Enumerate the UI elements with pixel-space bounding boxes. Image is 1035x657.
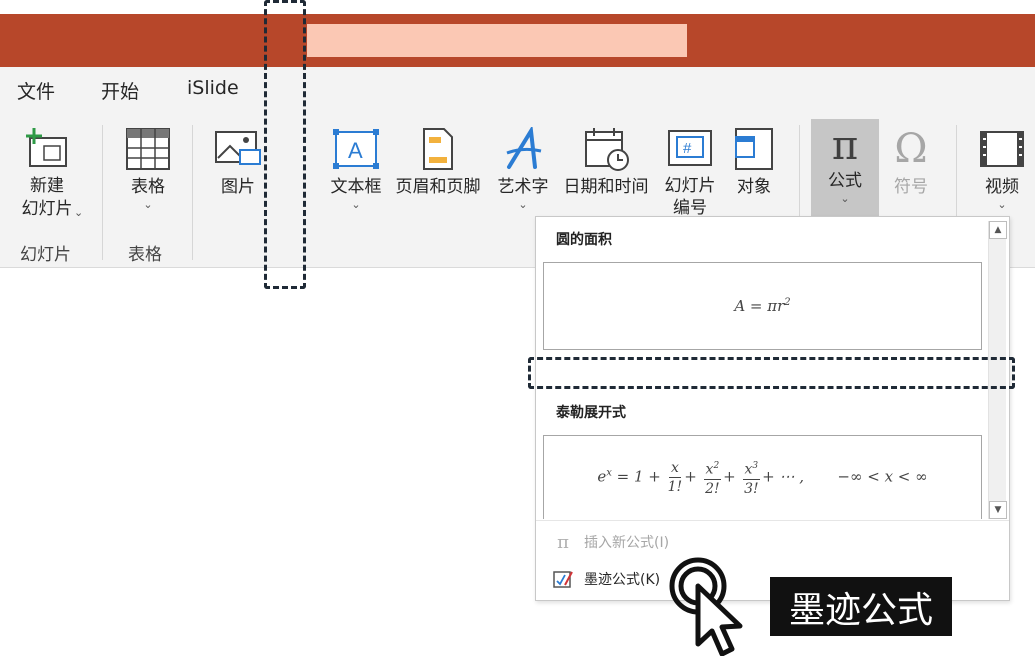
tab-islide[interactable]: iSlide bbox=[187, 77, 239, 99]
chevron-down-icon: ⌄ bbox=[74, 206, 84, 219]
section-title-circle-area: 圆的面积 bbox=[556, 232, 612, 248]
table-label: 表格 bbox=[131, 177, 165, 197]
highlight-dashed-box bbox=[264, 0, 306, 289]
chevron-down-icon: ⌄ bbox=[351, 198, 361, 211]
pi-icon: π bbox=[557, 531, 569, 553]
formula-label: 公式 bbox=[828, 171, 862, 191]
highlight-dashed-box bbox=[528, 357, 1015, 389]
textbox-button[interactable]: A 文本框 ⌄ bbox=[326, 125, 386, 211]
slide-number-label: 幻灯片 编号 bbox=[664, 176, 716, 218]
title-bar bbox=[0, 14, 1035, 67]
slide-number-button[interactable]: # 幻灯片 编号 bbox=[658, 125, 722, 219]
click-cursor-icon bbox=[669, 557, 743, 656]
chevron-down-icon: ⌄ bbox=[997, 198, 1007, 211]
video-label: 视频 bbox=[985, 177, 1019, 197]
scroll-down-icon[interactable]: ▼ bbox=[989, 501, 1007, 519]
symbol-button[interactable]: Ω 符号 bbox=[884, 125, 938, 199]
new-slide-icon bbox=[23, 125, 71, 173]
scroll-up-icon[interactable]: ▲ bbox=[989, 221, 1007, 239]
omega-icon: Ω bbox=[894, 126, 928, 172]
pi-icon: π bbox=[831, 123, 859, 169]
wordart-button[interactable]: 艺术字 ⌄ bbox=[494, 125, 552, 211]
symbol-label: 符号 bbox=[894, 177, 928, 197]
ink-equation-item[interactable]: 墨迹公式(K) bbox=[552, 568, 660, 590]
group-separator bbox=[102, 125, 103, 260]
table-button[interactable]: 表格 ⌄ bbox=[118, 125, 178, 211]
wordart-label: 艺术字 bbox=[497, 177, 549, 197]
textbox-label: 文本框 bbox=[330, 177, 382, 197]
ribbon-tabs: 文件 开始 iSlide bbox=[0, 67, 1035, 112]
group-label-tables: 表格 bbox=[128, 245, 162, 265]
formula-dropdown: ▲ ▼ 圆的面积 A = πr2 泰勒展开式 ex = 1 + x 1! + x2 2… bbox=[535, 216, 1010, 601]
chevron-down-icon: ⌄ bbox=[840, 192, 850, 205]
insert-new-equation-label: 插入新公式(I) bbox=[584, 535, 670, 551]
tab-file[interactable]: 文件 bbox=[17, 77, 55, 104]
picture-button[interactable]: 图片 bbox=[210, 125, 266, 199]
object-label: 对象 bbox=[737, 177, 771, 197]
table-icon bbox=[124, 125, 172, 173]
group-separator bbox=[192, 125, 193, 260]
object-icon bbox=[730, 125, 778, 173]
ink-equation-callout: 墨迹公式 bbox=[770, 577, 952, 636]
tab-home[interactable]: 开始 bbox=[101, 77, 139, 104]
formula-button[interactable]: π 公式 ⌄ bbox=[811, 119, 879, 217]
equation-taylor[interactable]: ex = 1 + x 1! + x2 2! + x3 3! + ⋯ , −∞ < x < ∞ bbox=[543, 435, 982, 519]
new-slide-label: 新建 幻灯片 bbox=[21, 176, 73, 219]
title-highlight bbox=[307, 24, 687, 57]
calendar-clock-icon bbox=[582, 125, 630, 173]
ink-equation-label: 墨迹公式(K) bbox=[584, 572, 661, 588]
header-footer-label: 页眉和页脚 bbox=[395, 177, 481, 197]
header-footer-button[interactable]: 页眉和页脚 bbox=[390, 125, 486, 199]
date-time-button[interactable]: 日期和时间 bbox=[556, 125, 656, 199]
picture-label: 图片 bbox=[221, 177, 255, 197]
svg-text:A: A bbox=[348, 138, 363, 163]
svg-text:#: # bbox=[683, 140, 692, 157]
header-footer-icon bbox=[414, 125, 462, 173]
film-icon bbox=[978, 125, 1026, 173]
chevron-down-icon: ⌄ bbox=[143, 198, 153, 211]
insert-new-equation-item[interactable]: π 插入新公式(I) bbox=[552, 531, 669, 553]
chevron-down-icon: ⌄ bbox=[518, 198, 528, 211]
textbox-icon: A bbox=[332, 125, 380, 173]
picture-icon bbox=[214, 125, 262, 173]
ink-equation-icon bbox=[552, 568, 574, 590]
slide-number-icon: # bbox=[666, 125, 714, 173]
equation-circle-area[interactable]: A = πr2 bbox=[543, 262, 982, 350]
dropdown-divider bbox=[536, 520, 1009, 521]
video-button[interactable]: 视频 ⌄ bbox=[974, 125, 1030, 211]
section-title-taylor: 泰勒展开式 bbox=[556, 405, 626, 421]
wordart-icon bbox=[499, 125, 547, 173]
object-button[interactable]: 对象 bbox=[728, 125, 780, 199]
group-label-slides: 幻灯片 bbox=[20, 245, 71, 265]
date-time-label: 日期和时间 bbox=[563, 177, 649, 197]
